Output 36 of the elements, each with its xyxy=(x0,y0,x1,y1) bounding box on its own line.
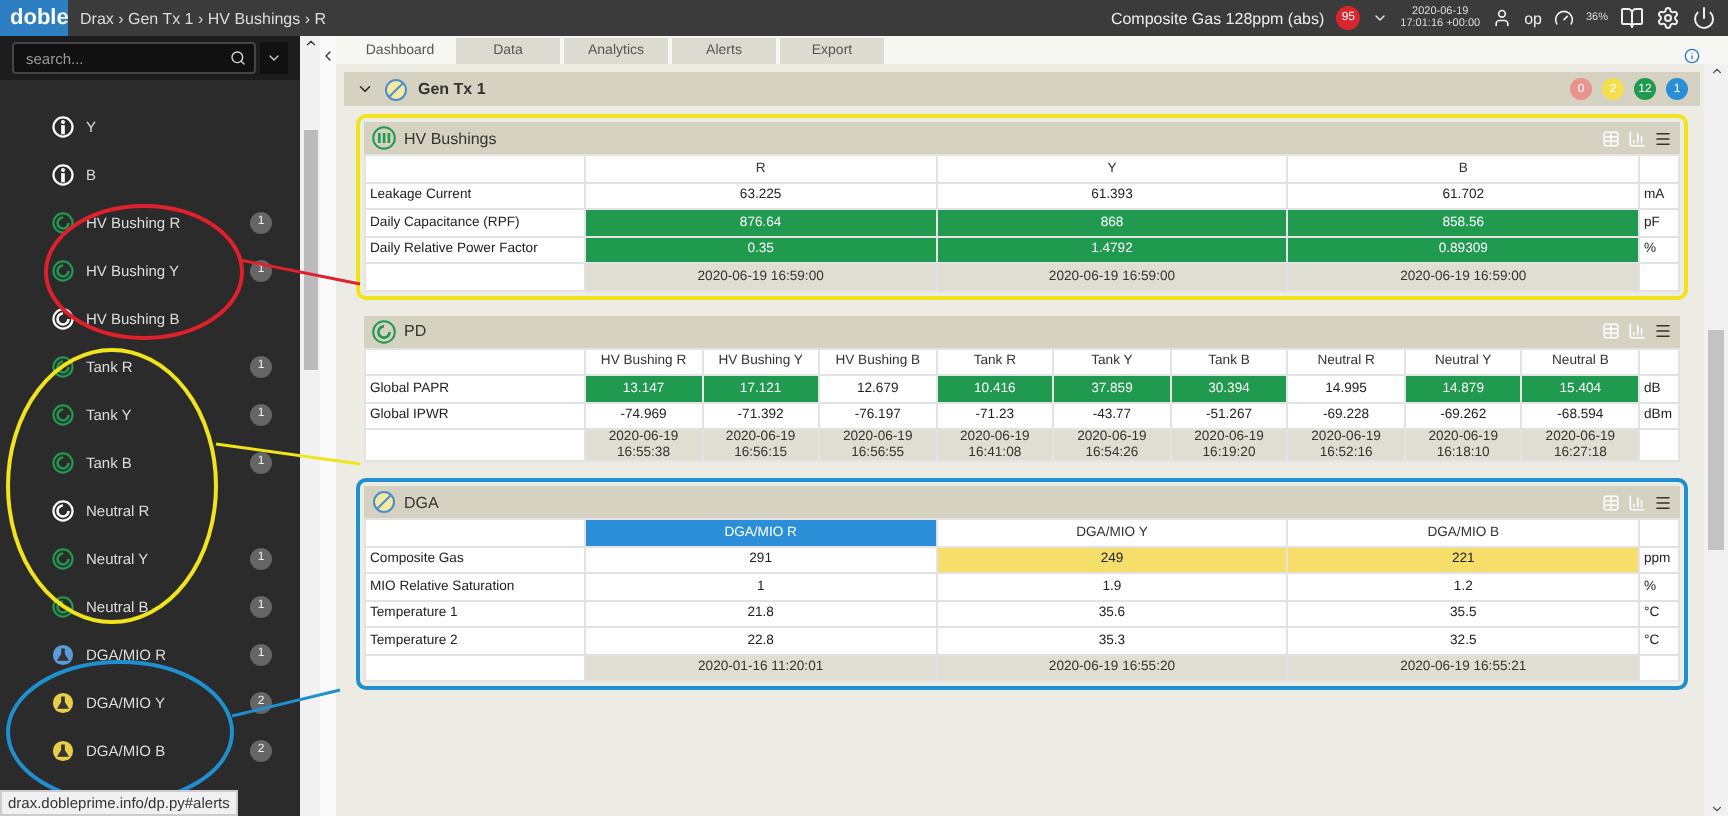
search-icon[interactable] xyxy=(230,50,246,66)
menu-icon[interactable] xyxy=(1654,129,1672,147)
power-icon[interactable] xyxy=(1692,6,1716,30)
info-icon xyxy=(52,163,74,185)
scroll-thumb[interactable] xyxy=(1708,330,1724,550)
scroll-up-icon[interactable] xyxy=(1709,64,1723,78)
scroll-thumb[interactable] xyxy=(303,130,317,370)
info-icon xyxy=(52,115,74,137)
collapse-icon[interactable] xyxy=(320,48,336,64)
panel-title: HV Bushings xyxy=(404,129,497,147)
user-icon[interactable] xyxy=(1492,8,1513,28)
panel-title: PD xyxy=(404,322,427,340)
alert-text: Composite Gas 128ppm (abs) xyxy=(1110,9,1325,27)
settings-icon[interactable] xyxy=(1656,6,1680,30)
scroll-up-icon[interactable] xyxy=(303,36,317,50)
bushing-icon xyxy=(372,126,396,150)
ring-icon xyxy=(372,319,396,343)
scrollbar[interactable] xyxy=(1704,64,1728,816)
expand-icon[interactable] xyxy=(356,80,374,98)
breadcrumb[interactable]: Drax › Gen Tx 1 › HV Bushings › R xyxy=(80,9,326,27)
group-title: Gen Tx 1 xyxy=(418,80,486,98)
menu-icon[interactable] xyxy=(1654,493,1672,511)
scroll-down-icon[interactable] xyxy=(1709,802,1723,816)
prohibited-icon xyxy=(384,77,408,101)
logo[interactable]: doble xyxy=(0,0,68,36)
gauge-icon[interactable] xyxy=(1553,8,1574,28)
caret-icon[interactable] xyxy=(1372,10,1389,26)
menu-icon[interactable] xyxy=(1654,322,1672,340)
prohibited-icon xyxy=(372,490,396,514)
user-name[interactable]: op xyxy=(1524,9,1542,27)
panel-title: DGA xyxy=(404,493,439,511)
scrollbar[interactable] xyxy=(300,36,320,816)
info-icon[interactable] xyxy=(1684,48,1700,64)
book-icon[interactable] xyxy=(1620,6,1644,30)
dropdown-button[interactable] xyxy=(260,42,288,74)
caret-icon xyxy=(266,50,282,66)
